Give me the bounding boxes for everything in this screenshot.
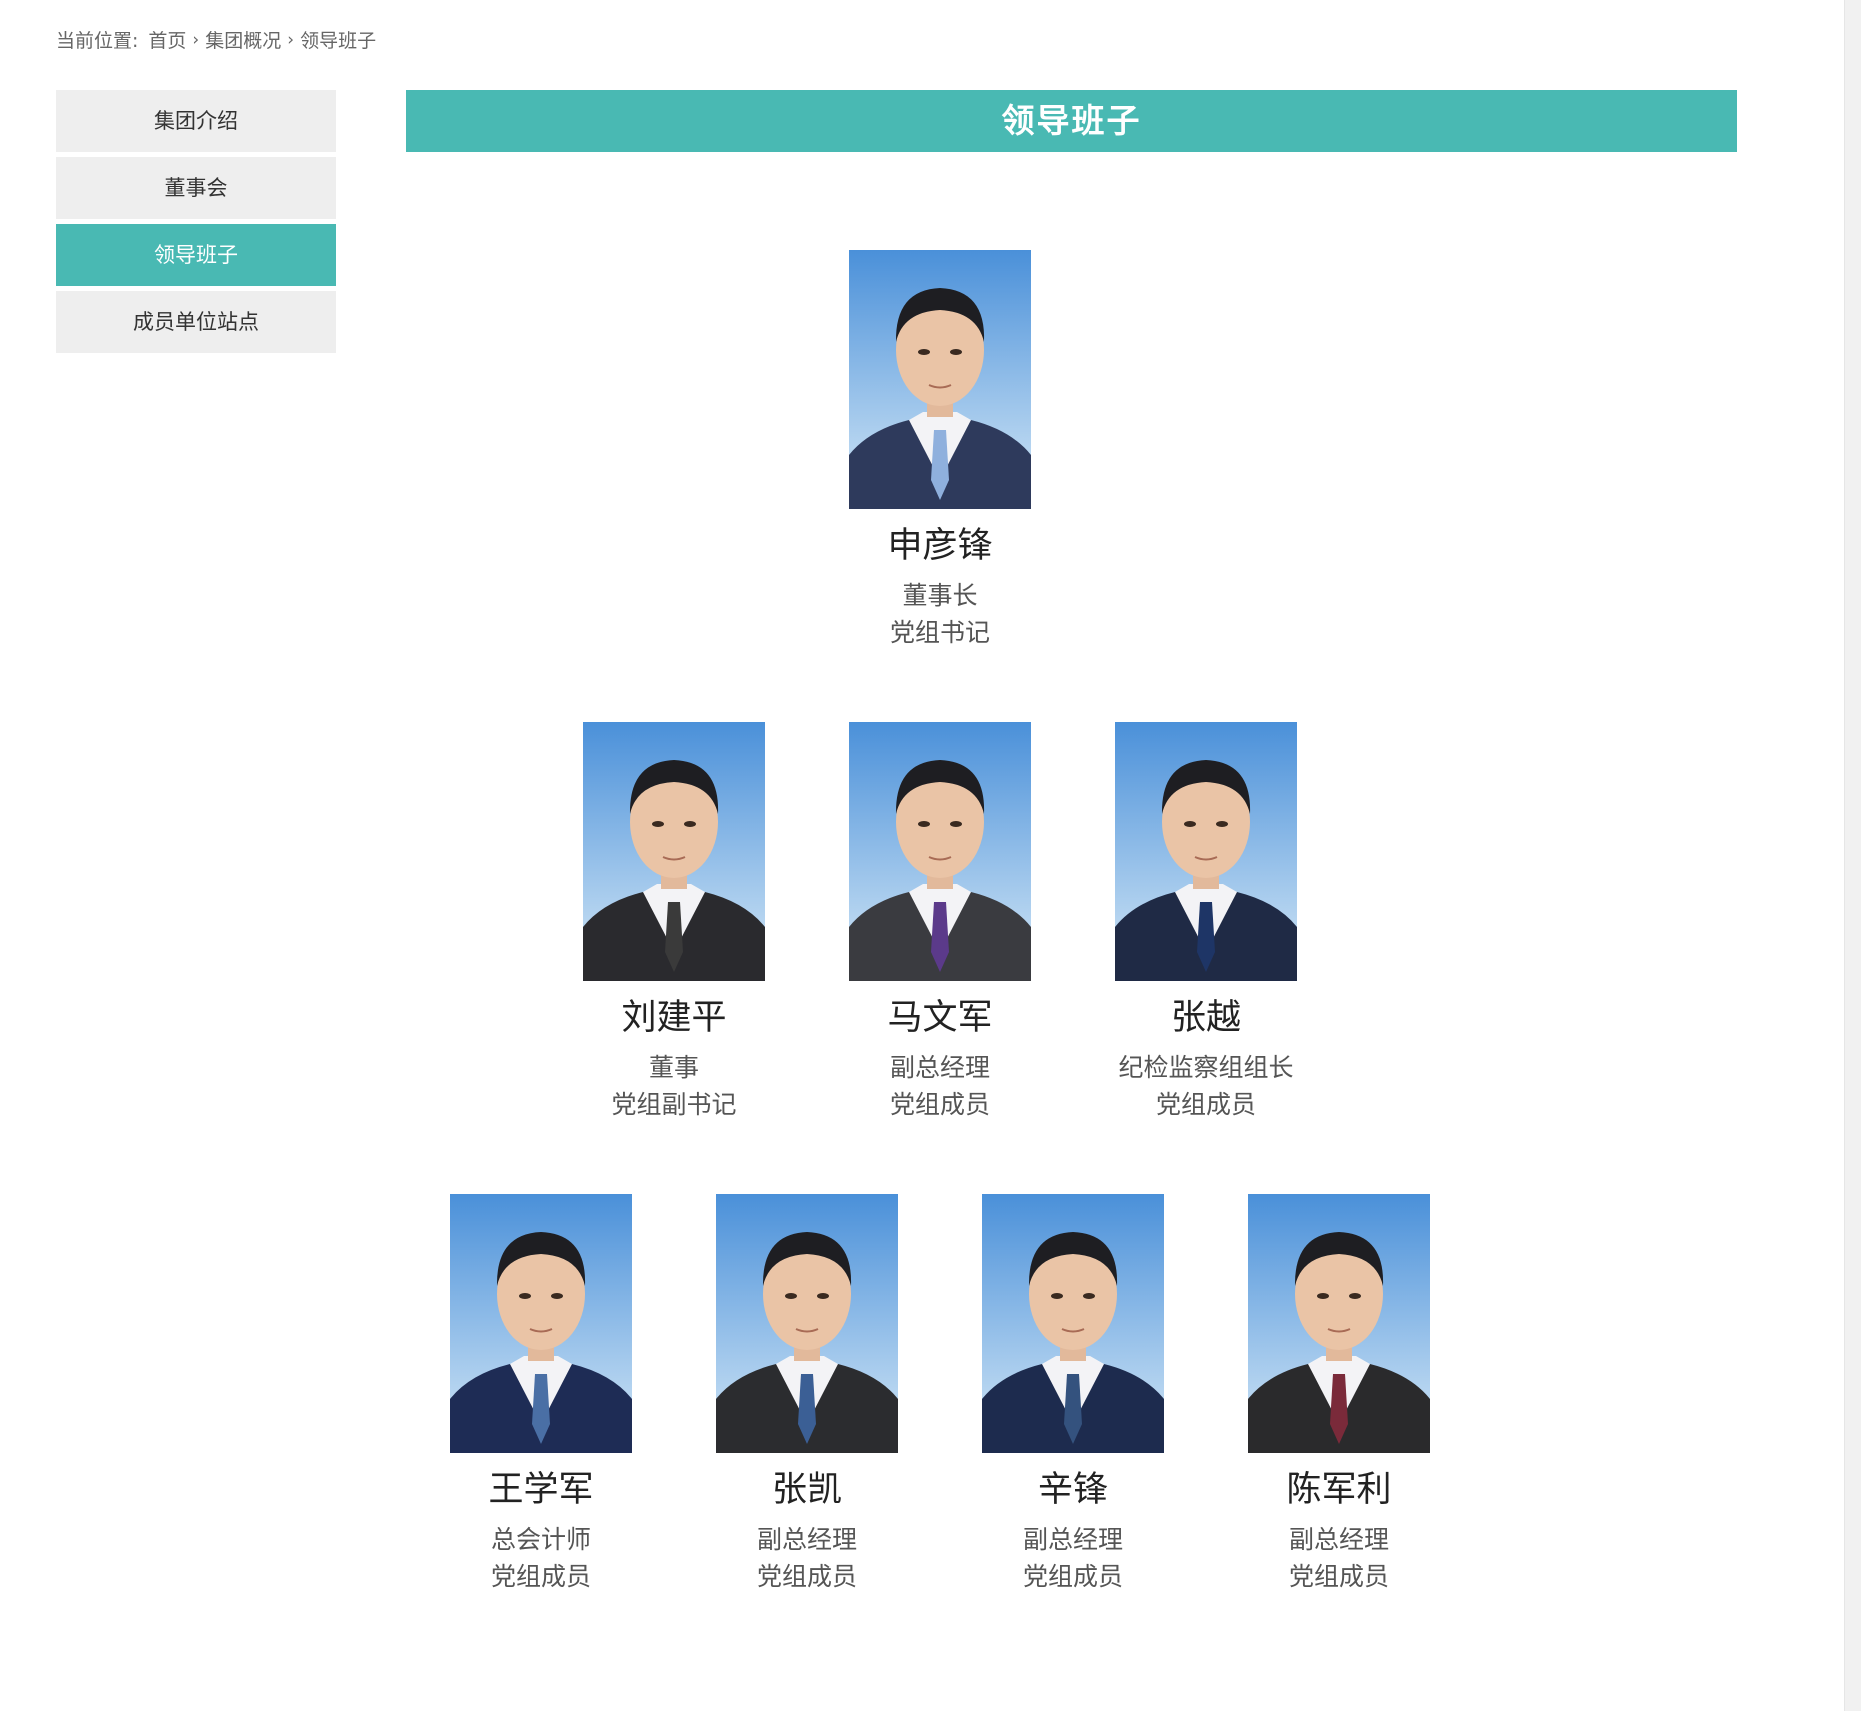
leader-title: 总会计师 <box>490 1525 591 1554</box>
leader-title: 副总经理 <box>889 1053 990 1082</box>
leader-title: 副总经理 <box>756 1525 857 1554</box>
leader-name: 申彦锋 <box>887 526 993 566</box>
leader-title: 副总经理 <box>1022 1525 1123 1554</box>
leader-photo <box>849 722 1031 981</box>
sidebar-item-leadership[interactable]: 领导班子 <box>56 224 336 286</box>
leader-title: 党组成员 <box>1155 1090 1256 1119</box>
leader-title: 党组成员 <box>1022 1562 1123 1591</box>
leader-title: 副总经理 <box>1288 1525 1389 1554</box>
breadcrumb-current: 领导班子 <box>300 30 377 52</box>
sidebar-item-board[interactable]: 董事会 <box>56 157 336 219</box>
leader-photo <box>450 1194 632 1453</box>
page-title: 领导班子 <box>406 90 1737 152</box>
leader-title: 董事长 <box>902 581 978 610</box>
leader-card: 张越纪检监察组组长 党组成员 <box>1076 722 1336 1123</box>
breadcrumb-home-link[interactable]: 首页 <box>148 26 186 53</box>
leader-photo <box>982 1194 1164 1453</box>
chevron-right-icon: › <box>192 29 200 50</box>
leader-name: 马文军 <box>887 998 993 1038</box>
leader-title: 党组成员 <box>1288 1562 1389 1591</box>
leader-name: 辛锋 <box>1037 1470 1108 1510</box>
leader-card: 张凯副总经理党组成员 <box>677 1194 937 1595</box>
leader-title: 党组书记 <box>889 618 990 647</box>
leader-name: 刘建平 <box>621 998 727 1038</box>
leader-title: 党组成员 <box>889 1090 990 1119</box>
leader-photo <box>583 722 765 981</box>
leader-card: 申彦锋董事长党组书记 <box>810 250 1070 651</box>
sidebar-item-group-intro[interactable]: 集团介绍 <box>56 90 336 152</box>
vertical-scrollbar[interactable] <box>1844 0 1861 1711</box>
breadcrumb: 当前位置: 首页 › 集团概况 › 领导班子 <box>56 26 376 53</box>
leader-name: 张越 <box>1170 998 1241 1038</box>
leader-card: 刘建平董事党组副书记 <box>544 722 804 1123</box>
leader-photo <box>716 1194 898 1453</box>
leader-name: 陈军利 <box>1286 1470 1392 1510</box>
leader-title: 董事 <box>648 1053 699 1082</box>
breadcrumb-overview-link[interactable]: 集团概况 <box>205 26 281 53</box>
leader-card: 王学军总会计师党组成员 <box>411 1194 671 1595</box>
leader-card: 马文军副总经理党组成员 <box>810 722 1070 1123</box>
leader-card: 陈军利副总经理党组成员 <box>1209 1194 1469 1595</box>
page: 当前位置: 首页 › 集团概况 › 领导班子 集团介绍 董事会 领导班子 成员单… <box>0 0 1861 1711</box>
sidebar: 集团介绍 董事会 领导班子 成员单位站点 <box>56 90 336 358</box>
leader-title: 纪检监察组组长 <box>1118 1053 1294 1082</box>
leader-name: 张凯 <box>771 1470 842 1510</box>
leader-name: 王学军 <box>488 1470 594 1510</box>
leader-card: 辛锋副总经理党组成员 <box>943 1194 1203 1595</box>
chevron-right-icon: › <box>287 29 295 50</box>
leader-photo <box>1115 722 1297 981</box>
leader-title: 党组副书记 <box>611 1090 737 1119</box>
leader-title: 党组成员 <box>756 1562 857 1591</box>
breadcrumb-prefix: 当前位置: <box>56 30 139 52</box>
sidebar-item-member-sites[interactable]: 成员单位站点 <box>56 291 336 353</box>
leader-photo <box>849 250 1031 509</box>
leader-title: 党组成员 <box>490 1562 591 1591</box>
leader-photo <box>1248 1194 1430 1453</box>
